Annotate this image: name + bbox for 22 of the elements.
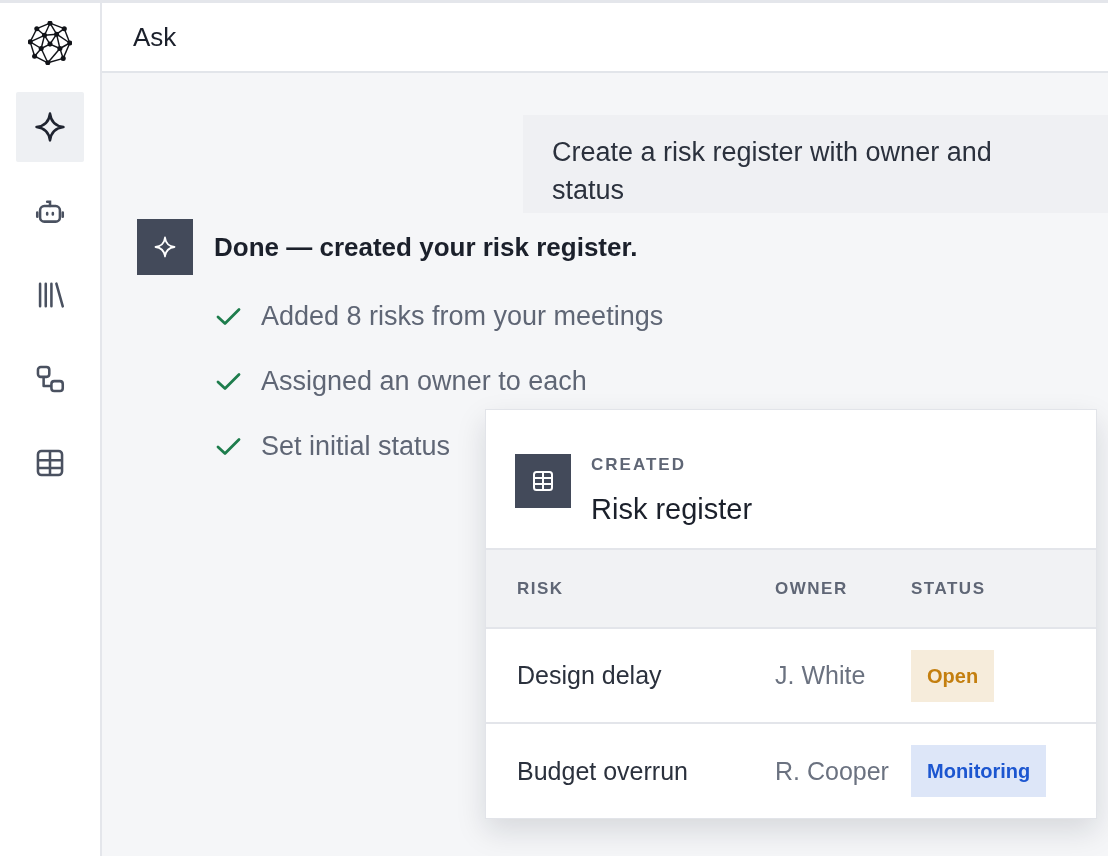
step-text: Assigned an owner to each	[261, 365, 587, 398]
column-header: RISK	[517, 578, 565, 599]
status-badge: Open	[911, 649, 995, 702]
page-title: Ask	[133, 21, 177, 53]
table-cell: Design delay	[517, 661, 662, 690]
table-icon	[515, 454, 571, 508]
sparkle-icon	[33, 110, 67, 144]
user-message: Create a risk register with owner and status	[523, 115, 1108, 213]
sparkle-avatar-icon	[137, 219, 193, 275]
table-cell: R. Cooper	[775, 756, 889, 786]
card-title: Risk register	[591, 492, 753, 527]
step-text: Added 8 risks from your meetings	[261, 300, 664, 333]
response-title: Done — created your risk register.	[214, 231, 638, 263]
status-badge: Monitoring	[911, 745, 1047, 797]
table-cell: J. White	[775, 661, 866, 690]
column-header: STATUS	[911, 578, 987, 599]
nav-button[interactable]	[16, 92, 84, 162]
column-header: OWNER	[775, 578, 849, 599]
table-cell: Budget overrun	[517, 756, 688, 786]
step-text: Set initial status	[261, 430, 451, 463]
card-label: CREATED	[591, 454, 687, 476]
network-logo-icon	[28, 21, 72, 65]
